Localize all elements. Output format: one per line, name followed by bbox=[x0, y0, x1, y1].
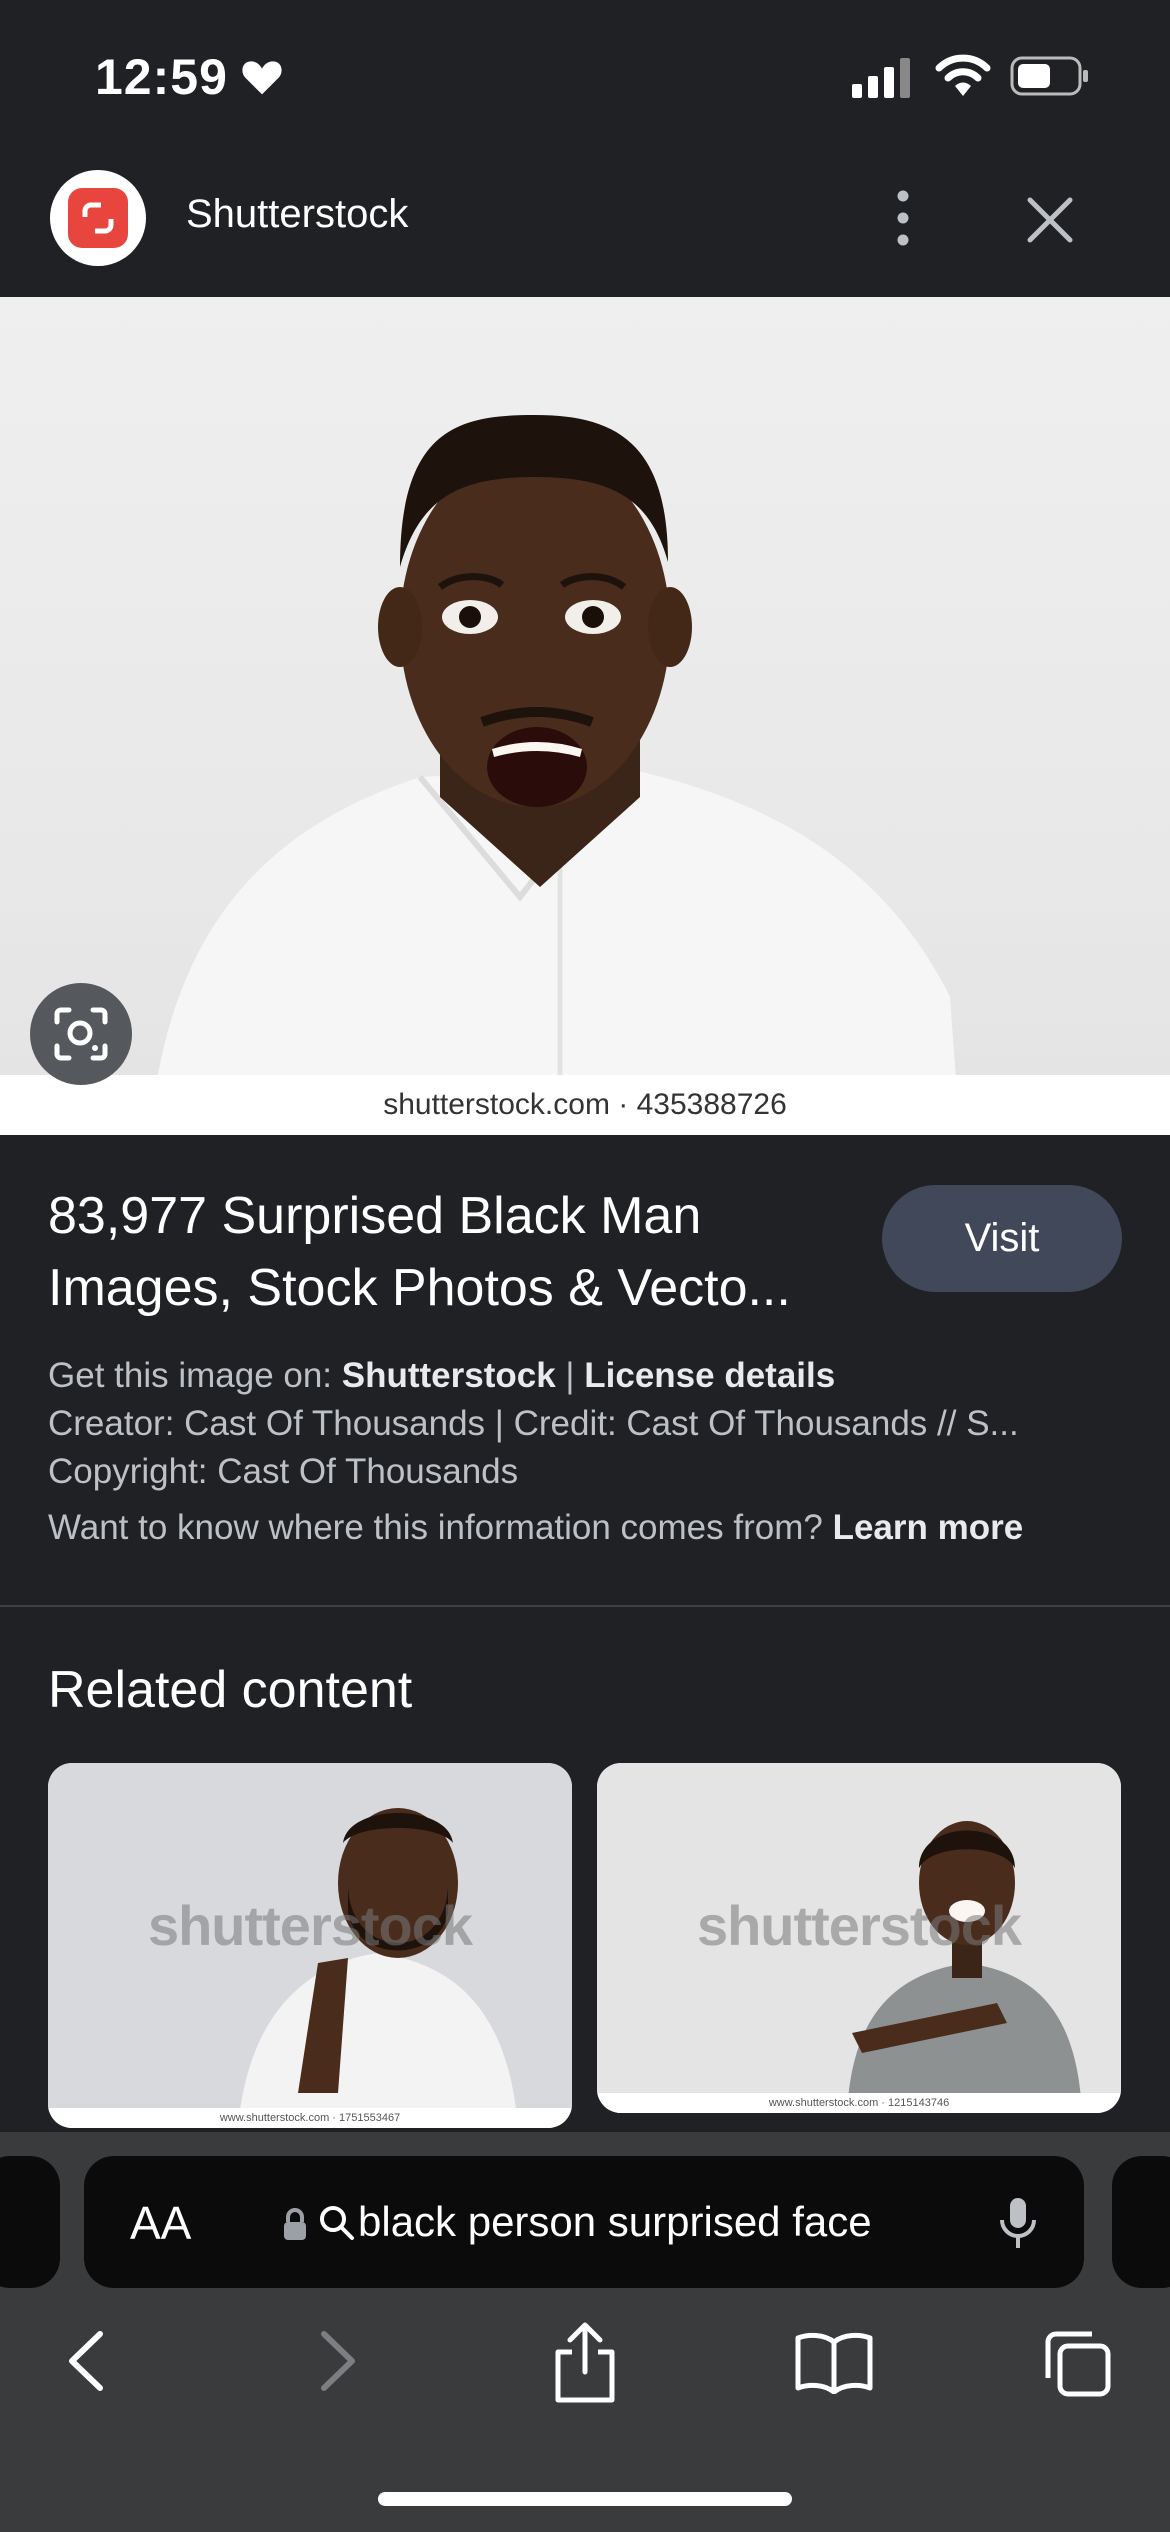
watermark: shutterstock bbox=[147, 1894, 473, 1957]
visit-button[interactable]: Visit bbox=[882, 1185, 1122, 1292]
site-name[interactable]: Shutterstock bbox=[186, 192, 408, 237]
shutterstock-logo[interactable] bbox=[50, 170, 146, 266]
related-thumbnail[interactable]: shutterstock www.shutterstock.com · 1751… bbox=[48, 1763, 572, 2128]
forward-arrow-icon[interactable] bbox=[312, 2328, 362, 2399]
section-divider bbox=[0, 1605, 1170, 1607]
back-arrow-icon[interactable] bbox=[62, 2328, 112, 2399]
close-icon[interactable] bbox=[1020, 190, 1080, 250]
separator: | bbox=[555, 1356, 585, 1395]
search-query[interactable]: black person surprised face bbox=[358, 2198, 872, 2246]
heart-icon bbox=[240, 55, 284, 102]
license-details-link[interactable]: License details bbox=[584, 1356, 835, 1395]
image-info: Get this image on: Shutterstock | Licens… bbox=[48, 1352, 1128, 1496]
tabs-icon[interactable] bbox=[1042, 2328, 1112, 2403]
source-link[interactable]: Shutterstock bbox=[342, 1356, 556, 1395]
main-image[interactable] bbox=[0, 297, 1170, 1135]
learn-prefix: Want to know where this information come… bbox=[48, 1508, 833, 1547]
wifi-icon bbox=[935, 54, 991, 103]
previous-tab-preview[interactable] bbox=[0, 2156, 60, 2288]
surprised-man-photo bbox=[150, 415, 960, 1135]
search-icon bbox=[318, 2204, 356, 2247]
more-options-icon[interactable] bbox=[880, 186, 926, 250]
get-image-prefix: Get this image on: bbox=[48, 1356, 342, 1395]
related-content-heading: Related content bbox=[48, 1661, 413, 1719]
share-icon[interactable] bbox=[550, 2320, 620, 2409]
text-size-label: AA bbox=[130, 2197, 192, 2249]
result-title[interactable]: 83,977 Surprised Black Man Images, Stock… bbox=[48, 1180, 848, 1324]
lens-search-icon[interactable] bbox=[30, 983, 132, 1085]
get-image-line: Get this image on: Shutterstock | Licens… bbox=[48, 1352, 1128, 1400]
bookmarks-icon[interactable] bbox=[794, 2328, 874, 2399]
cellular-signal-icon bbox=[852, 58, 914, 103]
learn-more-link[interactable]: Learn more bbox=[833, 1508, 1024, 1547]
image-caption: shutterstock.com · 435388726 bbox=[0, 1075, 1170, 1135]
copyright-line: Copyright: Cast Of Thousands bbox=[48, 1452, 519, 1491]
thumbnail-caption: www.shutterstock.com · 1751553467 bbox=[48, 2108, 572, 2128]
creator-line: Creator: Cast Of Thousands | Credit: Cas… bbox=[48, 1404, 1019, 1443]
related-thumbnail[interactable]: shutterstock www.shutterstock.com · 1215… bbox=[597, 1763, 1121, 2113]
status-time: 12:59 bbox=[95, 49, 228, 105]
text-size-button[interactable]: AA bbox=[130, 2196, 191, 2250]
next-tab-preview[interactable] bbox=[1112, 2156, 1170, 2288]
microphone-icon[interactable] bbox=[998, 2196, 1038, 2255]
thumbnail-caption: www.shutterstock.com · 1215143746 bbox=[597, 2093, 1121, 2113]
lock-icon bbox=[282, 2208, 308, 2247]
shutterstock-logo-mark bbox=[68, 188, 128, 248]
learn-more-line: Want to know where this information come… bbox=[48, 1508, 1148, 1548]
battery-icon bbox=[1010, 56, 1090, 101]
home-indicator bbox=[378, 2492, 792, 2506]
watermark: shutterstock bbox=[696, 1894, 1022, 1957]
